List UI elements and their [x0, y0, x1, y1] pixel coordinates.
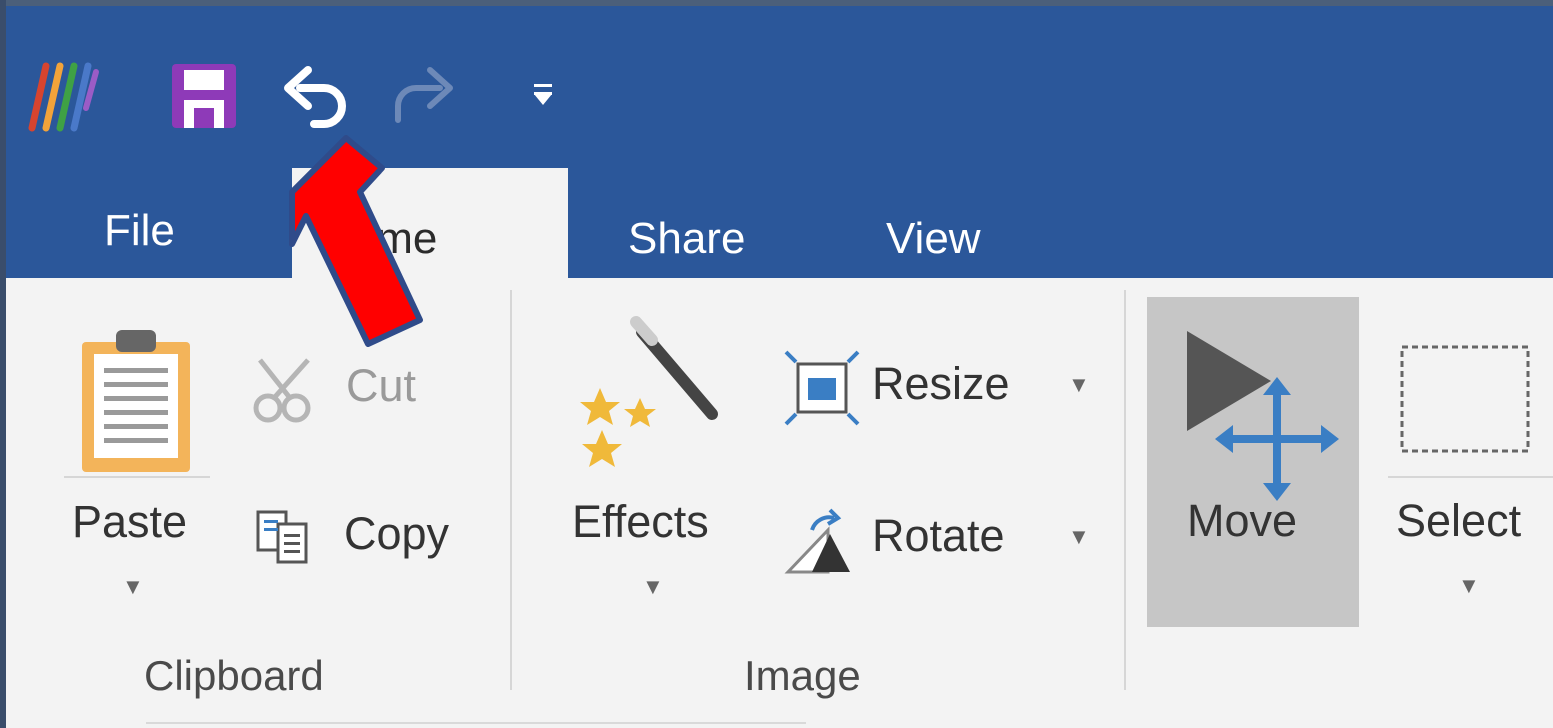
copy-label: Copy	[344, 508, 450, 559]
clipboard-group-label: Clipboard	[144, 652, 324, 699]
effects-label: Effects	[572, 496, 709, 547]
chevron-down-icon: ▼	[1068, 524, 1090, 549]
redo-icon	[395, 67, 453, 123]
chevron-down-icon: ▼	[1458, 573, 1480, 598]
chevron-down-icon: ▼	[1068, 372, 1090, 397]
paste-button[interactable]	[64, 290, 214, 610]
move-button[interactable]: Move	[1147, 297, 1359, 627]
cut-button[interactable]: Cut	[252, 356, 442, 426]
paint-app-icon[interactable]	[26, 58, 102, 134]
rotate-icon	[784, 508, 850, 574]
title-bar: File Home Share View	[6, 0, 1553, 284]
paste-label: Paste	[72, 496, 188, 547]
paste-split-divider	[64, 476, 210, 478]
copy-icon	[256, 510, 308, 564]
resize-label: Resize	[872, 358, 1010, 409]
cut-label: Cut	[346, 360, 417, 411]
clipboard-icon	[82, 330, 190, 472]
selection-rectangle-icon	[1400, 345, 1530, 453]
save-button[interactable]	[170, 62, 238, 130]
chevron-down-icon[interactable]: ▼	[122, 574, 144, 600]
rotate-button[interactable]: Rotate ▼	[782, 500, 1102, 580]
group-divider	[1124, 290, 1126, 690]
redo-button[interactable]	[384, 58, 464, 136]
move-label: Move	[1187, 495, 1298, 546]
tab-home[interactable]: Home	[292, 168, 568, 284]
tab-file[interactable]: File	[104, 196, 175, 266]
move-icon	[1187, 331, 1339, 501]
chevron-down-icon[interactable]: ▼	[642, 574, 664, 600]
image-group-label: Image	[744, 652, 861, 699]
resize-icon	[784, 350, 860, 426]
ribbon-bottom-border	[146, 722, 806, 724]
effects-button[interactable]	[566, 290, 746, 610]
undo-icon	[284, 66, 346, 128]
undo-button[interactable]	[276, 58, 356, 136]
scissors-icon	[253, 358, 311, 423]
tab-share[interactable]: Share	[628, 204, 745, 274]
copy-button[interactable]: Copy	[252, 502, 482, 572]
save-icon	[172, 64, 236, 128]
customize-qat-button[interactable]	[528, 78, 558, 118]
resize-button[interactable]: Resize ▼	[782, 348, 1102, 428]
app-window: File Home Share View Paste ▼ Cut Copy Cl…	[0, 0, 1553, 728]
rotate-label: Rotate	[872, 510, 1005, 561]
magic-wand-icon	[580, 316, 718, 467]
customize-qat-icon	[534, 84, 552, 105]
select-label: Select	[1396, 495, 1522, 546]
group-divider	[510, 290, 512, 690]
tab-view[interactable]: View	[886, 204, 981, 274]
select-button[interactable]: Select ▼	[1376, 297, 1553, 627]
select-split-divider	[1388, 476, 1553, 478]
